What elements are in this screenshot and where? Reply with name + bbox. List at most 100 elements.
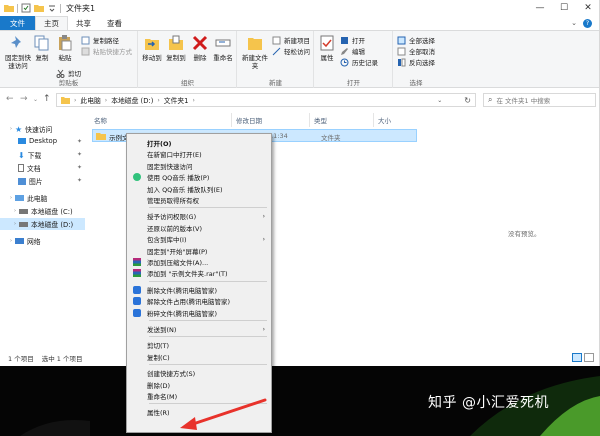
- document-icon: [18, 164, 24, 172]
- breadcrumb-separator: ›: [157, 96, 160, 104]
- nav-item-network[interactable]: › 网络: [10, 236, 41, 246]
- menu-item[interactable]: 发送到(N) ›: [127, 323, 271, 335]
- search-box[interactable]: ⌕ 在 文件夹1 中搜索: [483, 93, 596, 107]
- edit-icon: [341, 47, 348, 55]
- pin-icon[interactable]: ✦: [77, 151, 82, 158]
- tencent-icon: [133, 285, 141, 294]
- column-header-date[interactable]: 修改日期: [232, 113, 310, 127]
- expand-chevron-icon[interactable]: ›: [14, 208, 16, 214]
- menu-item[interactable]: 添加到压缩文件(A)...: [127, 256, 271, 268]
- menu-item[interactable]: 删除(D): [127, 379, 271, 391]
- menu-item[interactable]: 授予访问权限(G) ›: [127, 210, 271, 222]
- menu-item[interactable]: 剪切(T): [127, 339, 271, 351]
- address-bar[interactable]: › 此电脑 › 本地磁盘 (D:) › 文件夹1 › ⌄ ↻: [56, 93, 476, 107]
- menu-item[interactable]: 打开(O): [127, 137, 271, 149]
- column-header-type[interactable]: 类型: [310, 113, 374, 127]
- menu-item[interactable]: 还原以前的版本(V): [127, 222, 271, 234]
- tab-view[interactable]: 查看: [99, 16, 130, 30]
- easy-access-button[interactable]: 轻松访问: [272, 46, 310, 56]
- preview-message: 没有预览。: [508, 230, 541, 238]
- large-icons-view-icon[interactable]: [584, 353, 594, 362]
- copy-path-button[interactable]: 复制路径: [81, 35, 119, 45]
- nav-item-downloads[interactable]: ⬇ 下载: [18, 150, 41, 161]
- menu-item[interactable]: 粉碎文件(腾讯电脑管家): [127, 307, 271, 319]
- invert-selection-button[interactable]: 反向选择: [397, 57, 435, 67]
- tab-home[interactable]: 主页: [35, 16, 68, 30]
- window-title: 文件夹1: [66, 3, 96, 13]
- nav-item-drive-c[interactable]: › 本地磁盘 (C:): [14, 206, 73, 216]
- properties-button[interactable]: 属性: [317, 34, 337, 62]
- history-icon: [340, 58, 349, 66]
- pin-to-quick-access-button[interactable]: 固定到快速访问: [3, 34, 33, 70]
- chevron-down-icon[interactable]: ⌄: [571, 19, 577, 27]
- back-arrow-icon[interactable]: ←: [6, 94, 14, 104]
- rename-button[interactable]: 重命名: [212, 34, 234, 62]
- menu-separator: [149, 280, 267, 282]
- winrar-icon: [133, 269, 141, 278]
- pin-icon[interactable]: ✦: [77, 164, 82, 171]
- breadcrumb-folder[interactable]: 文件夹1: [164, 95, 189, 105]
- breadcrumb-this-pc[interactable]: 此电脑: [80, 95, 100, 105]
- column-header-size[interactable]: 大小: [374, 113, 420, 127]
- pin-icon: [11, 36, 21, 48]
- close-button[interactable]: ✕: [576, 0, 599, 16]
- nav-item-quick-access[interactable]: › ★ 快速访问: [10, 124, 52, 135]
- menu-item[interactable]: 固定到"开始"屏幕(P): [127, 245, 271, 257]
- edit-button[interactable]: 编辑: [340, 46, 365, 56]
- customize-dropdown-icon[interactable]: [47, 3, 57, 13]
- new-folder-icon[interactable]: [34, 3, 44, 13]
- maximize-button[interactable]: ☐: [552, 0, 576, 16]
- submenu-arrow-icon: ›: [262, 235, 265, 243]
- select-none-button[interactable]: 全部取消: [397, 46, 435, 56]
- menu-item[interactable]: 加入 QQ音乐 播放队列(E): [127, 183, 271, 195]
- breadcrumb-drive-d[interactable]: 本地磁盘 (D:): [111, 95, 153, 105]
- details-view-icon[interactable]: [572, 353, 582, 362]
- desktop-icon: [18, 138, 26, 144]
- copy-to-button[interactable]: 复制到: [165, 34, 187, 62]
- new-item-button[interactable]: 新建项目: [272, 35, 310, 45]
- forward-arrow-icon[interactable]: →: [20, 94, 28, 104]
- column-header-name[interactable]: 名称: [90, 113, 232, 127]
- expand-chevron-icon[interactable]: ›: [10, 126, 12, 132]
- refresh-icon[interactable]: ↻: [464, 96, 471, 105]
- pin-icon[interactable]: ✦: [77, 177, 82, 184]
- tab-share[interactable]: 共享: [68, 16, 99, 30]
- delete-x-icon: [192, 35, 208, 51]
- paste-button[interactable]: 粘贴: [56, 34, 74, 62]
- menu-item[interactable]: 在新窗口中打开(E): [127, 148, 271, 160]
- menu-item[interactable]: 使用 QQ音乐 播放(P): [127, 171, 271, 183]
- up-arrow-icon[interactable]: ↑: [43, 94, 51, 104]
- menu-item[interactable]: 包含到库中(I) ›: [127, 233, 271, 245]
- menu-item[interactable]: 添加到 "示例文件夹.rar"(T): [127, 267, 271, 279]
- menu-item[interactable]: 固定到快速访问: [127, 160, 271, 172]
- address-dropdown-icon[interactable]: ⌄: [437, 97, 442, 104]
- nav-item-drive-d[interactable]: › 本地磁盘 (D:): [0, 218, 85, 230]
- minimize-button[interactable]: —: [528, 0, 552, 16]
- menu-item[interactable]: 解除文件占用(腾讯电脑管家): [127, 295, 271, 307]
- menu-item[interactable]: 删除文件(腾讯电脑管家): [127, 284, 271, 296]
- menu-item[interactable]: 创建快捷方式(S): [127, 367, 271, 379]
- expand-chevron-icon[interactable]: ›: [10, 195, 12, 201]
- select-all-button[interactable]: 全部选择: [397, 35, 435, 45]
- history-button[interactable]: 历史记录: [340, 57, 378, 67]
- properties-icon[interactable]: [21, 3, 31, 13]
- menu-item[interactable]: 管理员取得所有权: [127, 194, 271, 206]
- recent-dropdown-icon[interactable]: ⌄: [33, 96, 38, 103]
- copy-button[interactable]: 复制: [34, 34, 50, 62]
- tab-file[interactable]: 文件: [0, 16, 35, 30]
- nav-item-desktop[interactable]: Desktop: [18, 137, 57, 145]
- help-icon[interactable]: ?: [583, 18, 592, 28]
- open-button[interactable]: 打开: [340, 35, 365, 45]
- expand-chevron-icon[interactable]: ›: [10, 238, 12, 244]
- pin-icon[interactable]: ✦: [77, 138, 82, 145]
- new-folder-button[interactable]: 新建文件夹: [242, 34, 268, 70]
- expand-chevron-icon[interactable]: ›: [14, 221, 16, 227]
- nav-item-this-pc[interactable]: › 此电脑: [10, 193, 47, 203]
- paste-shortcut-button[interactable]: 粘贴快捷方式: [81, 46, 132, 56]
- delete-button[interactable]: 删除: [190, 34, 210, 62]
- menu-item-label: 使用 QQ音乐 播放(P): [147, 174, 210, 183]
- move-to-button[interactable]: 移动到: [141, 34, 163, 62]
- nav-item-pictures[interactable]: 图片: [18, 176, 43, 186]
- menu-item[interactable]: 复制(C): [127, 351, 271, 363]
- nav-item-documents[interactable]: 文档: [18, 163, 41, 173]
